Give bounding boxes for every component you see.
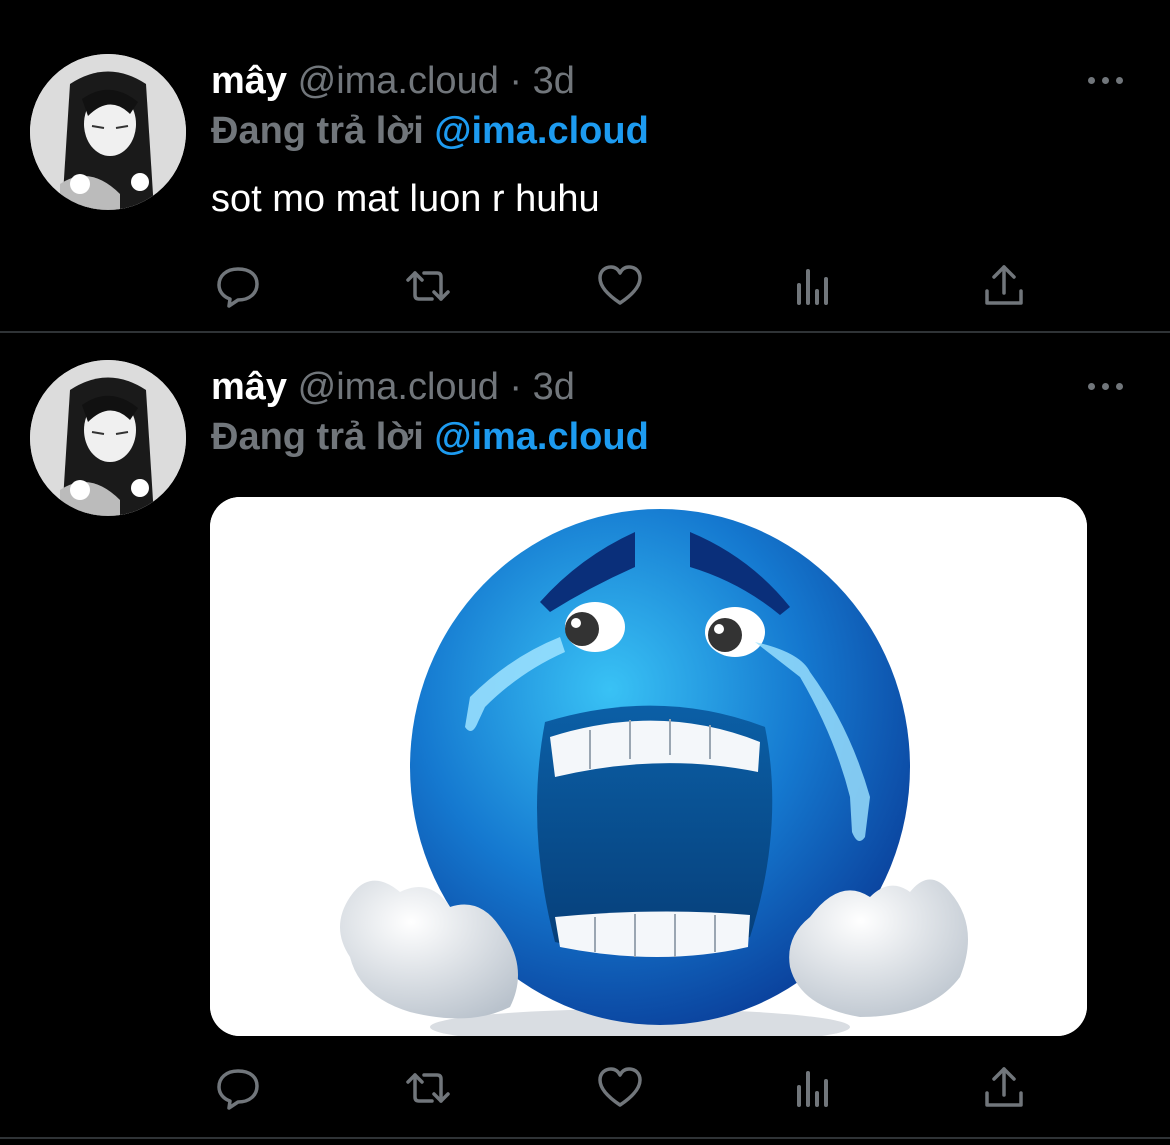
timestamp[interactable]: 3d <box>533 366 575 408</box>
author-name[interactable]: mây <box>211 60 287 102</box>
replying-to: Đang trả lời @ima.cloud <box>211 414 649 460</box>
reply-icon[interactable] <box>210 1058 266 1118</box>
more-options-icon[interactable] <box>1086 70 1126 90</box>
reply-icon[interactable] <box>210 256 266 316</box>
tweet-text: sot mo mat luon r huhu <box>211 178 600 220</box>
action-bar <box>0 1058 1170 1118</box>
mention-link[interactable]: @ima.cloud <box>434 416 648 458</box>
tweet[interactable]: mây @ima.cloud · 3d Đang trả lời @ima.cl… <box>0 0 1170 332</box>
mention-link[interactable]: @ima.cloud <box>434 110 648 152</box>
analytics-icon[interactable] <box>784 1058 840 1118</box>
tweet-header: mây @ima.cloud · 3d <box>211 58 575 104</box>
media-image[interactable] <box>210 497 1087 1036</box>
divider <box>0 1137 1170 1139</box>
replying-to-label: Đang trả lời <box>211 416 424 458</box>
analytics-icon[interactable] <box>784 256 840 316</box>
separator-dot: · <box>509 366 523 408</box>
retweet-icon[interactable] <box>400 1058 456 1118</box>
retweet-icon[interactable] <box>400 256 456 316</box>
crying-emoji-image <box>210 497 1087 1036</box>
tweet[interactable]: mây @ima.cloud · 3d Đang trả lời @ima.cl… <box>0 336 1170 1136</box>
like-icon[interactable] <box>592 1058 648 1118</box>
avatar[interactable] <box>30 54 186 210</box>
action-bar <box>0 256 1170 316</box>
avatar[interactable] <box>30 360 186 516</box>
timestamp[interactable]: 3d <box>533 60 575 102</box>
share-icon[interactable] <box>976 1058 1032 1118</box>
author-name[interactable]: mây <box>211 366 287 408</box>
replying-to-label: Đang trả lời <box>211 110 424 152</box>
replying-to: Đang trả lời @ima.cloud <box>211 108 649 154</box>
more-options-icon[interactable] <box>1086 376 1126 396</box>
divider <box>0 331 1170 333</box>
tweet-header: mây @ima.cloud · 3d <box>211 364 575 410</box>
author-handle[interactable]: @ima.cloud <box>298 366 499 408</box>
like-icon[interactable] <box>592 256 648 316</box>
author-handle[interactable]: @ima.cloud <box>298 60 499 102</box>
separator-dot: · <box>509 60 523 102</box>
share-icon[interactable] <box>976 256 1032 316</box>
